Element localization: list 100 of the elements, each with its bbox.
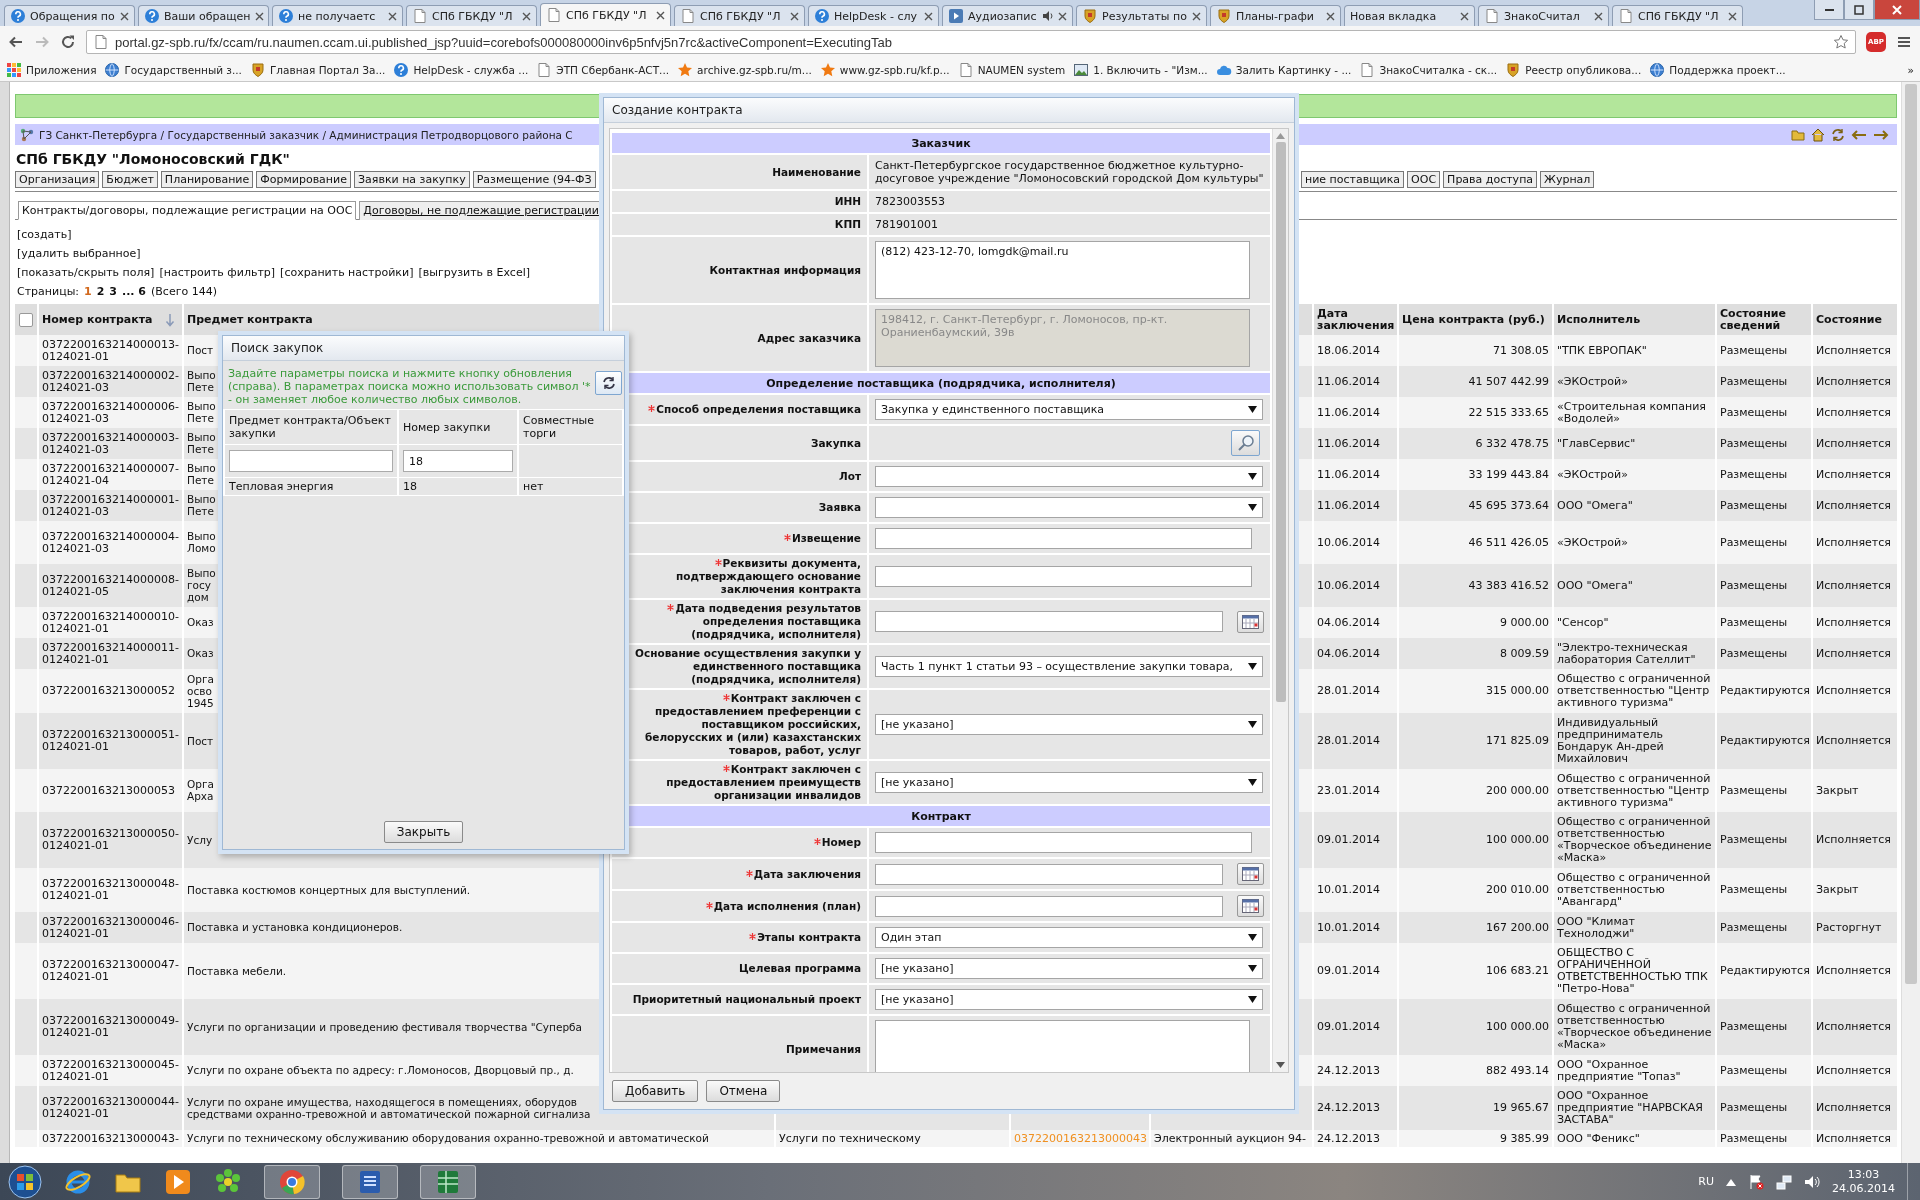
show-hidden-icons[interactable] [1726,1177,1736,1186]
browser-tab[interactable]: не получаетс [272,5,403,26]
close-icon[interactable] [656,10,665,20]
close-icon[interactable] [1594,11,1603,21]
back-icon[interactable] [8,34,24,50]
sub-tab[interactable]: Контракты/договоры, подлежащие регистрации на ООС [18,201,357,220]
language-indicator[interactable]: RU [1698,1175,1714,1188]
bookmark-link[interactable]: ЗнакоСчиталка - ск... [1379,63,1498,76]
browser-tab[interactable]: Новая вкладка [1344,5,1475,26]
home-icon[interactable] [1811,127,1825,142]
browser-tab[interactable]: Планы-графи [1210,5,1341,26]
dropdown[interactable]: Закупка у единственного поставщика [875,399,1263,420]
bookmark-link[interactable]: Государственный з... [124,63,242,76]
taskbar-button[interactable] [264,1164,320,1199]
more-bookmarks-button[interactable]: » [1907,63,1914,76]
dropdown[interactable]: [не указано] [875,989,1263,1010]
flag-icon[interactable] [1748,1173,1764,1190]
dialog-button[interactable]: Отмена [706,1080,781,1102]
dropdown[interactable]: [не указано] [875,772,1263,793]
scrollbar[interactable] [1272,129,1288,1072]
table-row[interactable] [15,1130,1898,1147]
browser-tab[interactable]: Результаты по [1076,5,1207,26]
action-link[interactable]: [показать/скрыть поля] [17,266,155,279]
reload-icon[interactable] [60,34,76,50]
nav-tab[interactable]: Журнал [1540,171,1595,188]
close-icon[interactable] [254,11,264,21]
calendar-button[interactable] [1237,610,1264,633]
browser-tab[interactable]: Ваши обращен [138,5,269,26]
browser-tab[interactable]: HelpDesk - слу [808,5,939,26]
calendar-button[interactable] [1237,895,1264,917]
search-button[interactable] [1231,430,1260,456]
search-field[interactable] [229,450,393,472]
close-icon[interactable] [1058,11,1067,21]
right-arrow-icon[interactable] [1873,127,1889,142]
date-field[interactable] [875,895,1223,917]
close-button[interactable] [1874,0,1920,20]
page-link[interactable]: 3 [109,285,117,298]
dropdown[interactable]: Часть 1 пункт 1 статьи 93 – осуществление закупки товара, [875,656,1263,677]
refresh-icon[interactable] [1831,127,1845,142]
action-link[interactable]: [удалить выбранное] [17,247,141,260]
close-icon[interactable] [120,11,129,21]
select-all-checkbox[interactable] [19,312,33,327]
bookmark-link[interactable]: Приложения [26,63,97,76]
bookmark-link[interactable]: archive.gz-spb.ru/m... [697,63,812,76]
play-icon[interactable] [164,1167,192,1196]
bookmark-link[interactable]: 1. Включить - "Изм... [1093,63,1208,76]
bookmark-link[interactable]: ЭТП Сбербанк-АСТ... [556,63,670,76]
nav-tab[interactable]: Организация [15,171,100,188]
search-field[interactable]: 18 [403,450,513,472]
start-button[interactable] [8,1164,42,1199]
action-link[interactable]: [настроить фильтр] [159,266,276,279]
bookmark-link[interactable]: HelpDesk - служба ... [413,63,529,76]
page-link[interactable]: ... 6 [122,285,147,298]
action-link[interactable]: [выгрузить в Excel] [418,266,530,279]
nav-tab[interactable]: Планирование [160,171,254,188]
calendar-button[interactable] [1237,863,1264,885]
browser-tab[interactable]: Обращения по [4,5,135,26]
down-arrow-icon[interactable] [1276,1062,1285,1068]
nav-tab[interactable]: Права доступа [1443,171,1538,188]
address-bar[interactable]: portal.gz-spb.ru/fx/ccam/ru.naumen.ccam.ui.published_jsp?uuid=corebofs000080000inv6p5nfvj5n7rc&activeComponent=ExecutingTab [86,30,1856,54]
bookmark-link[interactable]: Залить Картинку - ... [1235,63,1352,76]
dropdown[interactable]: [не указано] [875,714,1263,735]
page-link[interactable]: 2 [96,285,105,298]
text-area[interactable]: (812) 423-12-70, lomgdk@mail.ru [875,241,1250,299]
browser-tab[interactable]: СПб ГБКДУ "Л [406,5,537,26]
page-link[interactable]: 1 [84,285,92,298]
clock-time[interactable]: 13:03 [1847,1167,1880,1182]
bookmark-link[interactable]: Реестр опубликова... [1525,63,1642,76]
network-icon[interactable] [1776,1173,1792,1190]
refresh-button[interactable] [595,371,622,395]
dropdown[interactable]: [не указано] [875,958,1263,979]
close-icon[interactable] [1192,11,1201,21]
minimize-button[interactable] [1814,0,1844,20]
close-icon[interactable] [1728,11,1737,21]
result-row[interactable]: Тепловая энергия 18 нет [225,478,622,495]
text-field[interactable] [875,566,1252,587]
bookmark-link[interactable]: Поддержка проект... [1669,63,1786,76]
date-field[interactable] [875,863,1223,885]
dropdown[interactable]: Один этап [875,927,1263,948]
nav-tab[interactable]: Размещение (94-ФЗ [472,171,596,188]
menu-icon[interactable] [1896,34,1912,50]
action-link[interactable]: [создать] [17,228,72,241]
browser-tab[interactable]: ЗнакоСчитал [1478,5,1609,26]
browser-tab[interactable]: СПб ГБКДУ "Л [1612,5,1743,26]
text-field[interactable] [875,832,1252,853]
taskbar-button[interactable] [420,1164,476,1199]
action-link[interactable]: [сохранить настройки] [280,266,414,279]
close-button[interactable]: Закрыть [383,821,464,843]
close-icon[interactable] [388,11,397,21]
close-icon[interactable] [1460,11,1469,21]
dialog-button[interactable]: Добавить [612,1080,699,1102]
browser-tab[interactable]: СПб ГБКДУ "Л [540,3,671,26]
star-icon[interactable] [1833,34,1849,50]
browser-tab[interactable]: Аудиозапис [942,5,1073,26]
date-field[interactable] [875,611,1223,632]
bookmark-link[interactable]: www.gz-spb.ru/kf.p... [839,63,950,76]
nav-tab[interactable]: ООС [1407,171,1441,188]
clock-date[interactable]: 24.06.2014 [1832,1181,1895,1196]
text-field[interactable] [875,528,1252,549]
close-icon[interactable] [924,11,933,21]
